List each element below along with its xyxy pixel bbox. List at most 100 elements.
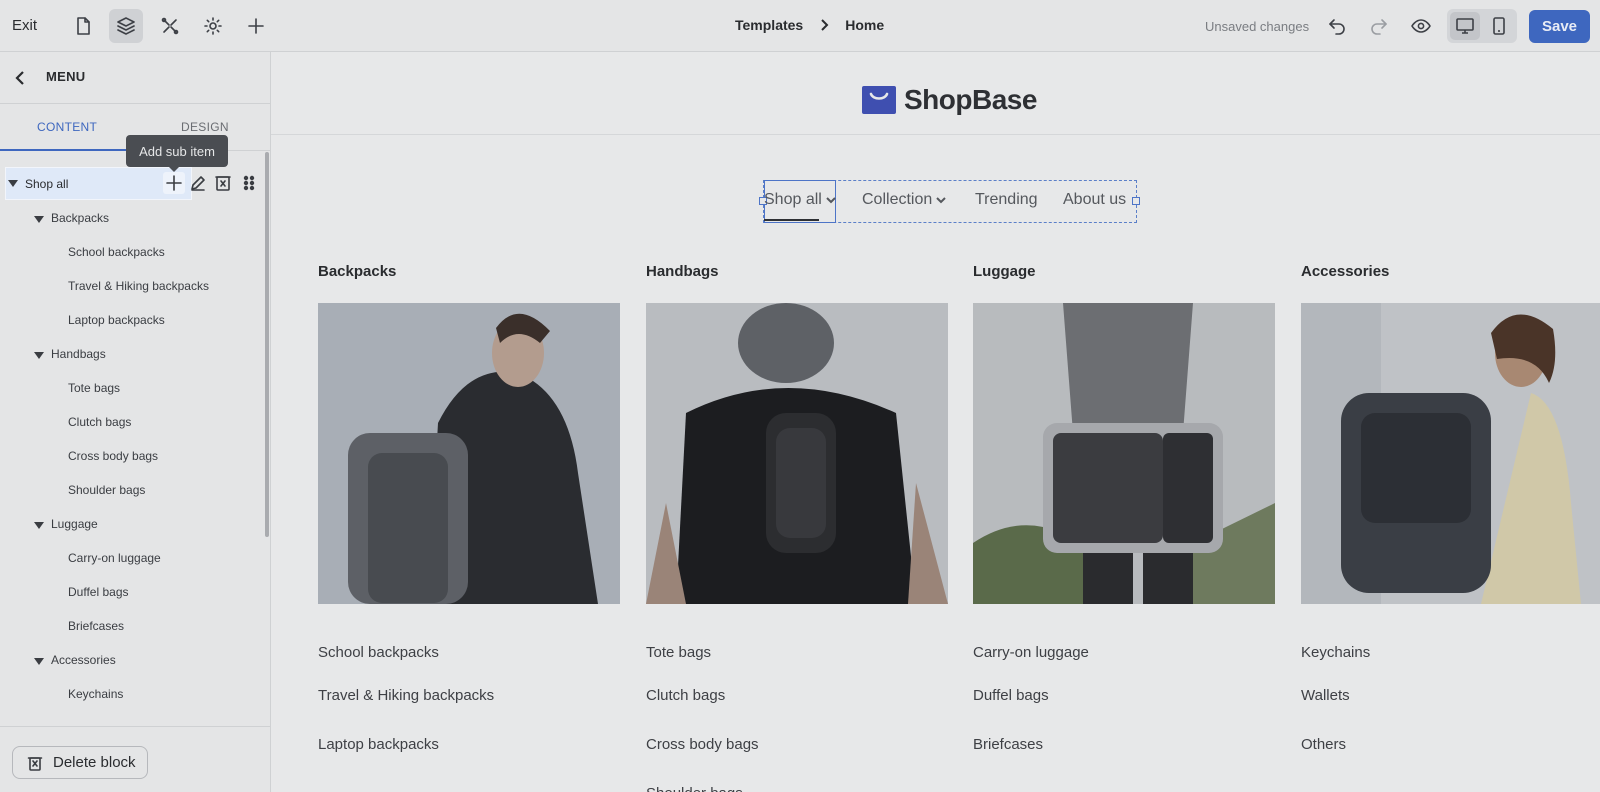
backpacks-image[interactable] <box>318 303 620 604</box>
breadcrumb: Templates Home <box>735 17 884 33</box>
tree-item[interactable]: Carry-on luggage <box>68 551 161 567</box>
tree-item[interactable]: Travel & Hiking backpacks <box>68 279 209 295</box>
exit-button[interactable]: Exit <box>12 17 37 34</box>
desktop-icon[interactable] <box>1450 12 1480 40</box>
tree-item-label: Briefcases <box>68 619 125 633</box>
submenu-link[interactable]: Briefcases <box>973 736 1043 753</box>
resize-handle-right[interactable] <box>1132 197 1140 205</box>
tree-item-label: Tote bags <box>68 381 121 395</box>
selected-menu-item[interactable]: Shop all <box>5 167 264 200</box>
panel-title: MENU <box>46 69 86 84</box>
column-title[interactable]: Handbags <box>646 263 719 280</box>
unsaved-status: Unsaved changes <box>1205 19 1310 34</box>
expand-triangle-icon[interactable] <box>34 656 44 666</box>
back-arrow-icon[interactable] <box>12 69 30 87</box>
active-tab-indicator <box>0 149 127 151</box>
trash-icon <box>27 756 43 771</box>
tree-item[interactable]: Clutch bags <box>68 415 131 431</box>
nav-item-trending[interactable]: Trending <box>975 191 1038 209</box>
redo-icon[interactable] <box>1362 9 1396 43</box>
mobile-icon[interactable] <box>1484 12 1514 40</box>
tree-item[interactable]: Laptop backpacks <box>68 313 165 329</box>
tree-item[interactable]: Backpacks <box>34 211 110 227</box>
tree-item[interactable]: Shoulder bags <box>68 483 145 499</box>
tree-item[interactable]: Accessories <box>34 653 116 669</box>
submenu-link[interactable]: Duffel bags <box>973 687 1049 704</box>
tree-item-label: Backpacks <box>51 211 110 225</box>
tree-item[interactable]: Handbags <box>34 347 106 363</box>
delete-item-button[interactable] <box>212 172 234 194</box>
add-icon[interactable] <box>239 9 273 43</box>
save-button[interactable]: Save <box>1529 10 1590 43</box>
active-nav-underline <box>764 219 819 221</box>
top-toolbar: Exit Templates Home Unsaved changes Save <box>0 0 1600 52</box>
tree-item[interactable]: School backpacks <box>68 245 165 261</box>
nav-label: Shop all <box>764 191 822 208</box>
tree-item[interactable]: Tote bags <box>68 381 120 397</box>
submenu-link[interactable]: Others <box>1301 736 1346 753</box>
column-title[interactable]: Luggage <box>973 263 1036 280</box>
expand-triangle-icon[interactable] <box>34 520 44 530</box>
tree-item-label: Clutch bags <box>68 415 132 429</box>
tree-item[interactable]: Luggage <box>34 517 98 533</box>
tree-item-label: Duffel bags <box>68 585 129 599</box>
breadcrumb-templates[interactable]: Templates <box>735 17 803 33</box>
submenu-link[interactable]: School backpacks <box>318 644 439 661</box>
tab-content[interactable]: CONTENT <box>37 120 97 134</box>
tree-item[interactable]: Keychains <box>68 687 123 703</box>
handbags-image[interactable] <box>646 303 948 604</box>
chevron-down-icon <box>826 197 836 204</box>
submenu-link[interactable]: Keychains <box>1301 644 1370 661</box>
expand-triangle-icon[interactable] <box>8 178 18 188</box>
submenu-link[interactable]: Wallets <box>1301 687 1350 704</box>
settings-gear-icon[interactable] <box>196 9 230 43</box>
menu-block[interactable]: Shop all Collection Trending About us <box>759 180 1140 223</box>
tree-item[interactable]: Briefcases <box>68 619 124 635</box>
accessories-image[interactable] <box>1301 303 1600 604</box>
edit-item-button[interactable] <box>187 172 209 194</box>
expand-triangle-icon[interactable] <box>34 350 44 360</box>
panel-footer: Delete block <box>0 726 270 792</box>
tree-item-label: Carry-on luggage <box>68 551 161 565</box>
submenu-link[interactable]: Travel & Hiking backpacks <box>318 687 494 704</box>
undo-icon[interactable] <box>1320 9 1354 43</box>
tree-item-label: Keychains <box>68 687 124 701</box>
panel-scrollbar[interactable] <box>265 152 269 537</box>
submenu-link[interactable]: Laptop backpacks <box>318 736 439 753</box>
tree-item[interactable]: Duffel bags <box>68 585 129 601</box>
nav-label: Collection <box>862 191 933 208</box>
tree-item-label: Luggage <box>51 517 98 531</box>
submenu-link[interactable]: Carry-on luggage <box>973 644 1089 661</box>
shopbase-logo[interactable]: ShopBase <box>862 84 1037 116</box>
chevron-down-icon <box>936 197 946 204</box>
layers-icon[interactable] <box>109 9 143 43</box>
column-title[interactable]: Accessories <box>1301 263 1389 280</box>
submenu-link[interactable]: Tote bags <box>646 644 711 661</box>
pages-icon[interactable] <box>66 9 100 43</box>
column-title[interactable]: Backpacks <box>318 263 396 280</box>
header-divider <box>271 134 1600 135</box>
delete-block-label: Delete block <box>53 754 136 771</box>
menu-panel: MENU CONTENT DESIGN Add sub item Shop al… <box>0 52 271 792</box>
tree-item-label: Handbags <box>51 347 106 361</box>
tree-item[interactable]: Cross body bags <box>68 449 158 465</box>
preview-eye-icon[interactable] <box>1404 9 1438 43</box>
tab-design[interactable]: DESIGN <box>181 120 229 134</box>
tree-item-label: Laptop backpacks <box>68 313 165 327</box>
shopbase-logo-icon <box>862 86 896 114</box>
apps-icon[interactable] <box>153 9 187 43</box>
submenu-link[interactable]: Cross body bags <box>646 736 759 753</box>
nav-item-collection[interactable]: Collection <box>862 191 946 209</box>
submenu-link[interactable]: Clutch bags <box>646 687 725 704</box>
panel-header: MENU <box>0 52 270 104</box>
expand-triangle-icon[interactable] <box>34 214 44 224</box>
tree-item-label: School backpacks <box>68 245 165 259</box>
luggage-image[interactable] <box>973 303 1275 604</box>
drag-handle-icon[interactable] <box>238 172 260 194</box>
tree-item-label: Shop all <box>25 177 69 191</box>
add-sub-item-button[interactable] <box>163 172 185 194</box>
nav-item-about-us[interactable]: About us <box>1063 191 1126 209</box>
nav-item-shop-all[interactable]: Shop all <box>764 191 836 209</box>
submenu-link[interactable]: Shoulder bags <box>646 785 743 792</box>
delete-block-button[interactable]: Delete block <box>12 746 148 779</box>
